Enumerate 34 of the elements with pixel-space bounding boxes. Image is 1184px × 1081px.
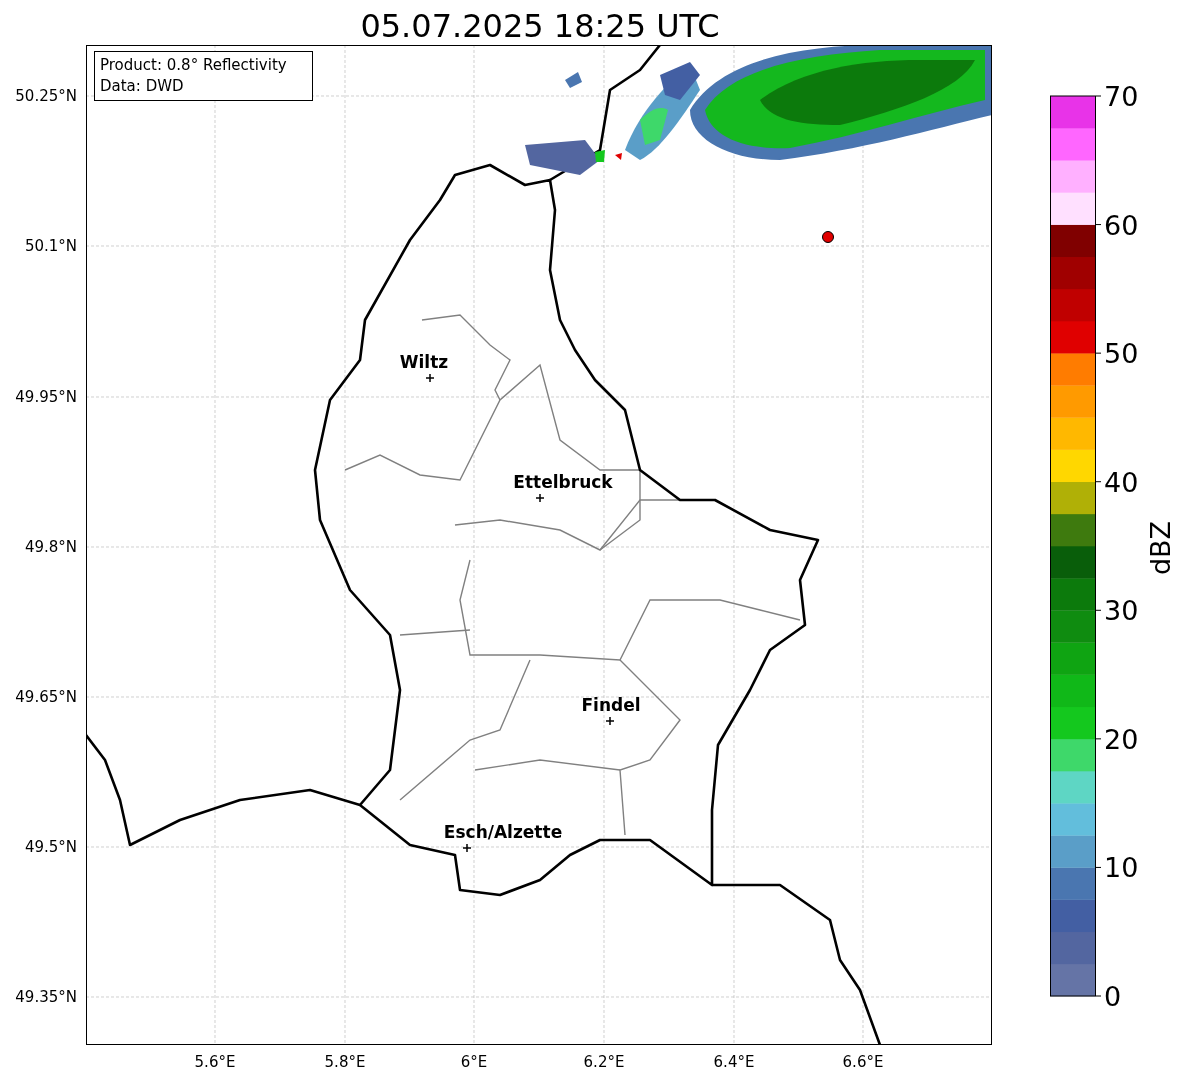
colorbar-label: dBZ xyxy=(1145,520,1176,576)
longitude-label: 6.4°E xyxy=(713,1053,755,1071)
colorbar-tick-label: 30 xyxy=(1104,595,1139,627)
city-label: Wiltz xyxy=(399,352,449,372)
colorbar-tick-label: 0 xyxy=(1104,981,1122,1012)
longitude-label: 6.6°E xyxy=(842,1053,884,1071)
latitude-label: 49.35°N xyxy=(15,988,77,1006)
colorbar-tick-label: 70 xyxy=(1104,81,1139,112)
latitude-label: 49.5°N xyxy=(24,838,77,856)
city-marker xyxy=(535,493,545,503)
colorbar-tick-label: 40 xyxy=(1104,466,1139,498)
city-marker xyxy=(605,716,615,726)
city-label: Ettelbruck xyxy=(513,472,613,492)
city-label: Esch/Alzette xyxy=(443,822,563,842)
longitude-label: 6°E xyxy=(460,1053,488,1071)
longitude-label: 5.6°E xyxy=(194,1053,236,1071)
latitude-label: 50.1°N xyxy=(24,237,77,255)
latitude-label: 50.25°N xyxy=(15,87,77,105)
colorbar-tick-label: 10 xyxy=(1104,852,1139,884)
city-marker xyxy=(425,373,435,383)
colorbar-tick-label: 20 xyxy=(1104,723,1139,755)
city-label: Findel xyxy=(581,695,641,715)
colorbar-tick-label: 60 xyxy=(1104,209,1139,241)
city-marker xyxy=(462,843,472,853)
longitude-label: 5.8°E xyxy=(324,1053,366,1071)
latitude-label: 49.65°N xyxy=(15,688,77,706)
latitude-label: 49.8°N xyxy=(24,538,77,556)
chart-title: 05.07.2025 18:25 UTC xyxy=(360,7,720,45)
info-text: Data: DWD xyxy=(100,77,184,95)
longitude-label: 6.2°E xyxy=(583,1053,625,1071)
colorbar-tick-label: 50 xyxy=(1104,338,1139,370)
station-marker xyxy=(822,231,834,243)
info-text: Product: 0.8° Reflectivity xyxy=(100,56,287,74)
latitude-label: 49.95°N xyxy=(15,388,77,406)
